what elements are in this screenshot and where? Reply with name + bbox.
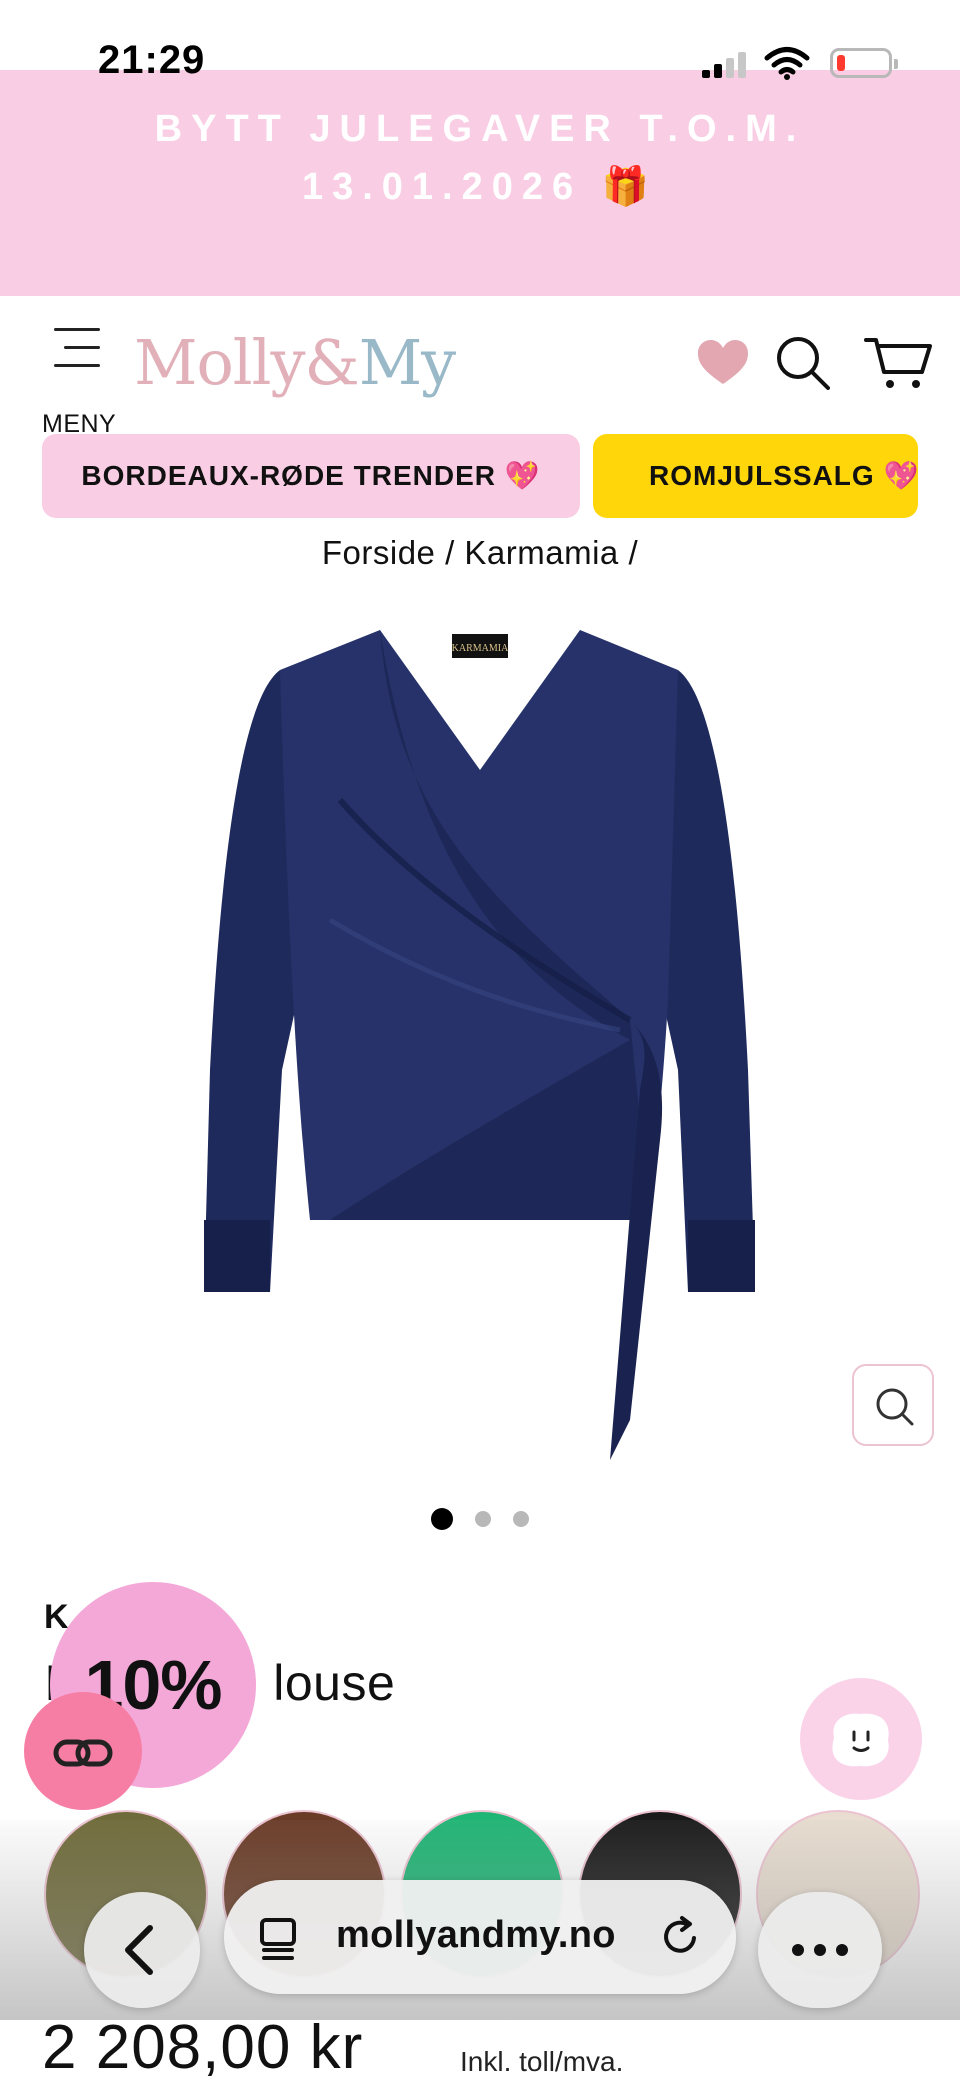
more-dots-icon xyxy=(792,1944,848,1956)
browser-url-bar[interactable]: mollyandmy.no xyxy=(224,1880,736,1994)
browser-back-button[interactable] xyxy=(84,1892,200,2008)
promo-banner[interactable]: BYTT JULEGAVER T.O.M. 13.01.2026 🎁 xyxy=(0,70,960,296)
status-time: 21:29 xyxy=(98,38,206,82)
tabs-icon xyxy=(260,1918,296,1960)
chevron-left-icon xyxy=(125,1925,153,1975)
category-chip-romjulssalg[interactable]: ROMJULSSALG 💖 F xyxy=(593,434,918,518)
chat-face-icon xyxy=(832,1713,889,1767)
link-icon xyxy=(53,1739,113,1767)
loyalty-button[interactable] xyxy=(24,1692,142,1810)
cart-icon[interactable] xyxy=(864,332,934,394)
promo-text: BYTT JULEGAVER T.O.M. 13.01.2026 🎁 xyxy=(0,100,960,216)
reload-icon[interactable] xyxy=(656,1912,706,1962)
zoom-button[interactable] xyxy=(852,1364,934,1446)
search-icon[interactable] xyxy=(772,332,834,394)
breadcrumb[interactable]: Forside / Karmamia / xyxy=(0,534,960,572)
battery-icon xyxy=(830,48,898,78)
carousel-dot[interactable] xyxy=(475,1511,491,1527)
url-text: mollyandmy.no xyxy=(336,1914,616,1956)
status-bar: 21:29 xyxy=(0,0,960,82)
vat-note: Inkl. toll/mva. xyxy=(460,2046,624,2077)
carousel-dots xyxy=(0,1508,960,1532)
product-title-end: louse xyxy=(273,1655,396,1711)
chat-help-button[interactable] xyxy=(800,1678,922,1800)
logo-text-part2: My xyxy=(358,326,457,399)
carousel-dot[interactable] xyxy=(513,1511,529,1527)
category-chip-bordeaux[interactable]: BORDEAUX-RØDE TRENDER 💖 xyxy=(42,434,580,518)
product-image[interactable]: KARMAMIA xyxy=(190,620,770,1480)
category-chips: BORDEAUX-RØDE TRENDER 💖 ROMJULSSALG 💖 F xyxy=(0,434,960,518)
brand-label-text: KARMAMIA xyxy=(452,643,509,654)
menu-button[interactable]: MENY xyxy=(40,326,118,438)
product-price: 2 208,00 kr xyxy=(42,2013,364,2078)
heart-icon[interactable] xyxy=(692,332,754,394)
promo-line-2: 13.01.2026 🎁 xyxy=(301,166,659,208)
zoom-icon xyxy=(876,1388,914,1426)
signal-icon xyxy=(702,50,750,78)
wifi-icon xyxy=(764,47,810,80)
logo-text-part1: Molly& xyxy=(134,326,360,399)
promo-line-1: BYTT JULEGAVER T.O.M. xyxy=(154,108,806,150)
browser-more-button[interactable] xyxy=(758,1892,882,2008)
site-header: MENY Molly&My xyxy=(0,296,960,438)
site-logo[interactable]: Molly&My xyxy=(134,326,457,399)
carousel-dot[interactable] xyxy=(431,1508,453,1530)
